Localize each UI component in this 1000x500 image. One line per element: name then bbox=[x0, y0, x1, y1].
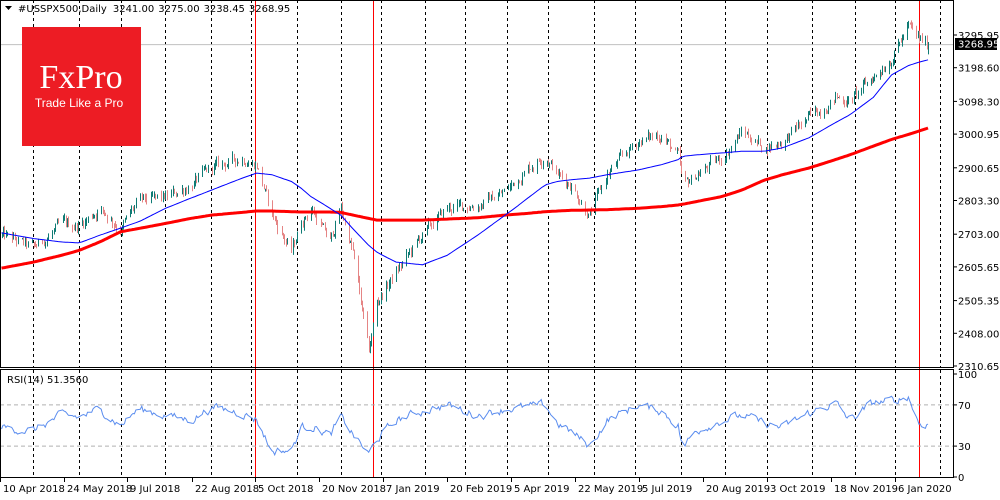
rsi-y-tick-label: 0 bbox=[958, 473, 964, 484]
rsi-y-tick-label: 70 bbox=[958, 401, 971, 412]
rsi-y-tick-label: 100 bbox=[958, 370, 977, 381]
x-tick-label: 5 Jul 2019 bbox=[642, 484, 692, 495]
x-tick-label: 6 Jan 2020 bbox=[898, 484, 952, 495]
symbol-timeframe: #USSPX500,Daily bbox=[18, 4, 107, 15]
fxpro-logo: FxPro Trade Like a Pro bbox=[22, 27, 141, 146]
rsi-label: RSI(14) 51.3560 bbox=[7, 375, 88, 386]
rsi-pane-frame bbox=[0, 369, 954, 478]
y-tick-label: 2408.00 bbox=[958, 329, 999, 340]
logo-tagline: Trade Like a Pro bbox=[35, 96, 124, 110]
x-tick-label: 20 Feb 2019 bbox=[450, 484, 512, 495]
x-tick-label: 7 Jan 2019 bbox=[386, 484, 440, 495]
triangle-down-icon[interactable] bbox=[5, 6, 12, 10]
grid-lines bbox=[0, 0, 953, 478]
rsi-pane bbox=[0, 395, 953, 457]
x-tick-label: 10 Apr 2018 bbox=[3, 484, 65, 495]
y-tick-label: 2803.30 bbox=[958, 197, 999, 208]
x-tick-label: 3 Oct 2019 bbox=[770, 484, 825, 495]
rsi-y-tick-label: 30 bbox=[958, 442, 971, 453]
svg-text:#USSPX500,Daily3241.003275.003: #USSPX500,Daily 3241.00 3275.00 3238.45 3268… bbox=[18, 4, 290, 15]
x-tick-label: 5 Apr 2019 bbox=[514, 484, 569, 495]
y-tick-label: 3000.95 bbox=[958, 130, 999, 141]
x-tick-label: 24 May 2018 bbox=[67, 484, 132, 495]
logo-brand: FxPro bbox=[39, 59, 122, 96]
header-open: 3241.00 bbox=[113, 4, 154, 15]
current-price-label: 3268.95 bbox=[958, 40, 999, 51]
header-low: 3238.45 bbox=[204, 4, 245, 15]
y-tick-label: 2605.65 bbox=[958, 263, 999, 274]
x-tick-label: 20 Aug 2019 bbox=[706, 484, 770, 495]
y-tick-label: 2703.00 bbox=[958, 230, 999, 241]
x-tick-label: 9 Jul 2018 bbox=[130, 484, 180, 495]
header-high: 3275.00 bbox=[158, 4, 199, 15]
x-tick-label: 22 Aug 2018 bbox=[195, 484, 259, 495]
y-tick-label: 2505.35 bbox=[958, 297, 999, 308]
y-tick-label: 2900.65 bbox=[958, 164, 999, 175]
axes: 3295.953198.603098.303000.952900.652803.… bbox=[0, 0, 999, 495]
y-tick-label: 3098.30 bbox=[958, 97, 999, 108]
price-chart[interactable]: FxPro Trade Like a Pro 3295.953198.60309… bbox=[0, 0, 1000, 500]
x-tick-label: 22 May 2019 bbox=[578, 484, 643, 495]
x-tick-label: 18 Nov 2019 bbox=[834, 484, 898, 495]
chart-header: #USSPX500,Daily 3241.00 3275.00 3238.45 3268… bbox=[5, 4, 290, 15]
x-tick-label: 5 Oct 2018 bbox=[258, 484, 313, 495]
header-close: 3268.95 bbox=[249, 4, 290, 15]
main-pane-frame bbox=[0, 0, 954, 368]
y-tick-label: 3198.60 bbox=[958, 64, 999, 75]
x-tick-label: 20 Nov 2018 bbox=[322, 484, 386, 495]
